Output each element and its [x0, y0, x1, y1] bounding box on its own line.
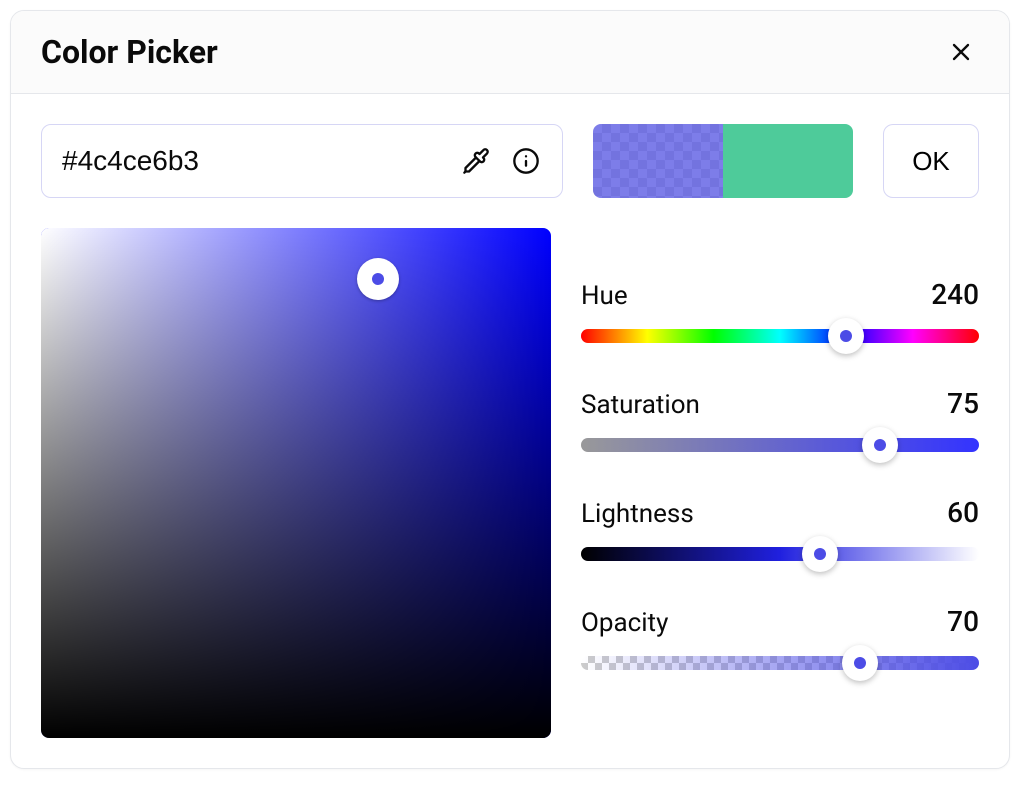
opacity-slider-thumb[interactable] — [842, 645, 878, 681]
eyedropper-button[interactable] — [458, 143, 494, 179]
saturation-value-area[interactable] — [41, 228, 551, 738]
opacity-slider-group: Opacity 70 — [581, 605, 979, 670]
hue-slider-group: Hue 240 — [581, 278, 979, 343]
opacity-label: Opacity — [581, 608, 668, 638]
saturation-value: 75 — [947, 387, 979, 420]
opacity-label-row: Opacity 70 — [581, 605, 979, 638]
opacity-slider-track[interactable] — [581, 656, 979, 670]
swatch-compare[interactable] — [723, 124, 853, 198]
card-body: OK Hue 240 — [11, 94, 1009, 768]
hex-icons — [458, 143, 544, 179]
info-icon — [512, 147, 540, 175]
sv-black-layer — [41, 228, 551, 738]
hue-slider-thumb[interactable] — [828, 318, 864, 354]
close-button[interactable] — [943, 34, 979, 70]
card-header: Color Picker — [11, 11, 1009, 94]
top-row: OK — [41, 124, 979, 198]
close-icon — [947, 38, 975, 66]
lightness-label-row: Lightness 60 — [581, 496, 979, 529]
sliders-column: Hue 240 Saturation 75 — [581, 228, 979, 738]
hue-slider-track[interactable] — [581, 329, 979, 343]
hex-field[interactable] — [41, 124, 563, 198]
info-button[interactable] — [508, 143, 544, 179]
hue-label: Hue — [581, 281, 628, 311]
sv-thumb[interactable] — [357, 258, 399, 300]
hue-label-row: Hue 240 — [581, 278, 979, 311]
saturation-label: Saturation — [581, 390, 700, 420]
swatch-current[interactable] — [593, 124, 723, 198]
opacity-value: 70 — [947, 605, 979, 638]
lightness-slider-track[interactable] — [581, 547, 979, 561]
hex-input[interactable] — [60, 144, 458, 178]
lightness-slider-thumb[interactable] — [802, 536, 838, 572]
lightness-label: Lightness — [581, 499, 694, 529]
saturation-label-row: Saturation 75 — [581, 387, 979, 420]
ok-button[interactable]: OK — [883, 124, 979, 198]
color-swatch-pair — [593, 124, 853, 198]
swatch-compare-color — [723, 124, 853, 198]
color-picker-card: Color Picker — [10, 10, 1010, 769]
lightness-value: 60 — [947, 496, 979, 529]
saturation-slider-thumb[interactable] — [862, 427, 898, 463]
hue-value: 240 — [931, 278, 979, 311]
lightness-slider-group: Lightness 60 — [581, 496, 979, 561]
main-row: Hue 240 Saturation 75 — [41, 228, 979, 738]
card-title: Color Picker — [41, 33, 218, 71]
opacity-gradient — [581, 656, 979, 670]
saturation-slider-group: Saturation 75 — [581, 387, 979, 452]
swatch-current-color — [593, 124, 723, 198]
saturation-slider-track[interactable] — [581, 438, 979, 452]
eyedropper-icon — [462, 147, 490, 175]
